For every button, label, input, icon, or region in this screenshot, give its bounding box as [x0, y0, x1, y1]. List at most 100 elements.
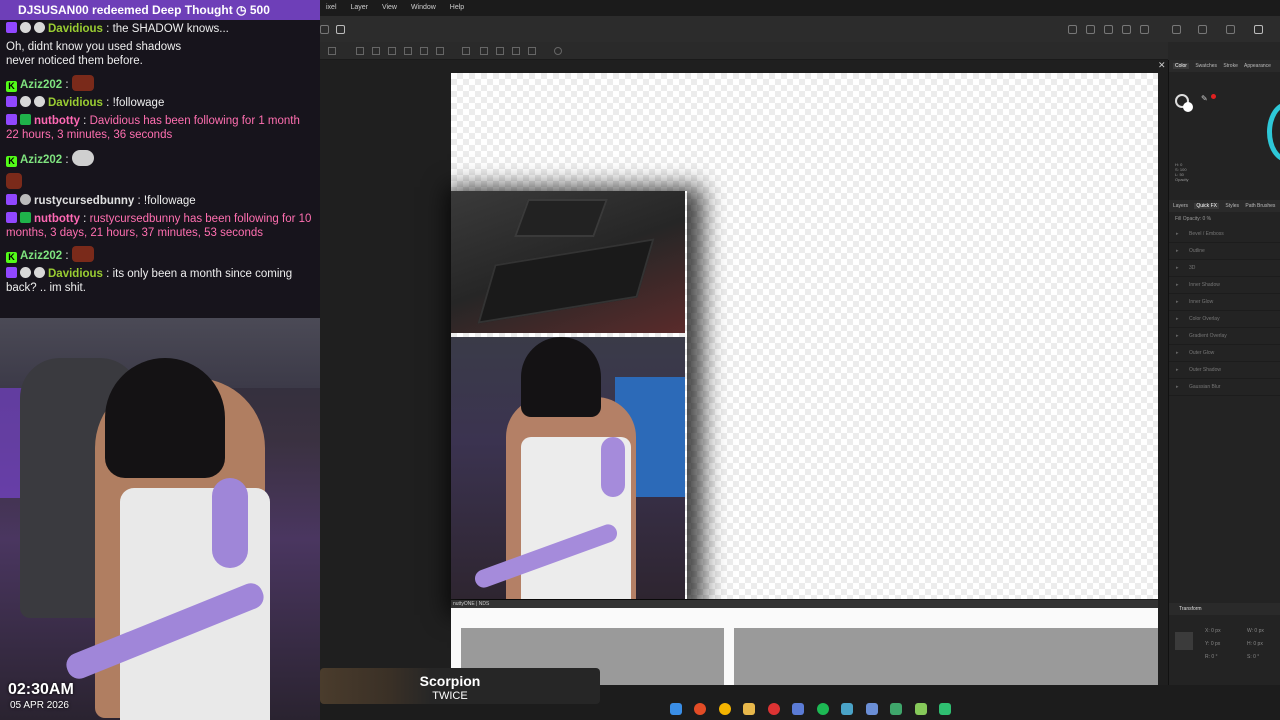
menu-layer[interactable]: Layer [344, 0, 374, 11]
tab-stroke[interactable]: Stroke [1223, 63, 1237, 69]
browser-icon[interactable] [694, 702, 707, 715]
subscriber-badge-icon [6, 96, 17, 107]
ctx-icon[interactable] [420, 47, 428, 55]
fx-outer-glow[interactable]: Outer Glow [1169, 345, 1280, 362]
tool-icon[interactable] [1068, 25, 1077, 34]
ctx-icon[interactable] [480, 47, 488, 55]
tab-layers[interactable]: Layers [1173, 203, 1188, 209]
badge-icon [20, 267, 31, 278]
tool-icon[interactable] [1086, 25, 1095, 34]
ctx-icon[interactable] [328, 47, 336, 55]
fx-inner-shadow[interactable]: Inner Shadow [1169, 277, 1280, 294]
menu-icon[interactable] [1226, 25, 1235, 34]
fx-inner-glow[interactable]: Inner Glow [1169, 294, 1280, 311]
close-icon[interactable]: ✕ [1158, 60, 1166, 71]
chat-username[interactable]: nutbotty [34, 213, 80, 225]
chat-username[interactable]: Aziz202 [20, 79, 62, 91]
tab-styles[interactable]: Styles [1225, 203, 1239, 209]
ctx-icon[interactable] [356, 47, 364, 55]
transform-panel-title[interactable]: Transform [1169, 603, 1280, 615]
color-panel: ✎ H: 0 S: 100 L: 50 Opacity [1169, 72, 1280, 200]
chat-message: K Aziz202 : [0, 244, 320, 265]
chat-message: nutbotty : Davidious has been following … [6, 114, 300, 141]
ctx-icon[interactable] [512, 47, 520, 55]
settings-icon[interactable] [1254, 25, 1263, 34]
kick-badge-icon: K [6, 252, 17, 263]
fx-color-overlay[interactable]: Color Overlay [1169, 311, 1280, 328]
chat-message: Davidious : !followage [0, 94, 320, 112]
tool-icon[interactable] [1140, 25, 1149, 34]
ctx-icon[interactable] [388, 47, 396, 55]
skull-badge-icon [20, 194, 31, 205]
start-icon[interactable] [670, 702, 682, 715]
eyedropper-icon[interactable]: ✎ [1201, 94, 1208, 103]
chat-username[interactable]: nutbotty [34, 115, 80, 127]
ctx-icon[interactable] [528, 47, 536, 55]
fill-swatch-icon[interactable] [1183, 102, 1193, 112]
ctx-icon[interactable] [496, 47, 504, 55]
context-toolbar [320, 42, 1168, 60]
keyboard [477, 238, 655, 324]
menu-view[interactable]: View [376, 0, 403, 11]
app-icon[interactable] [890, 702, 903, 715]
ctx-icon[interactable] [404, 47, 412, 55]
emote-icon [71, 150, 94, 166]
canvas-area[interactable]: nuttyONE | NDS [320, 60, 1168, 685]
chat-username[interactable]: Davidious [48, 23, 103, 35]
tool-icon[interactable] [1122, 25, 1131, 34]
fx-outline[interactable]: Outline [1169, 243, 1280, 260]
menu-window[interactable]: Window [405, 0, 442, 11]
fx-gradient-overlay[interactable]: Gradient Overlay [1169, 328, 1280, 345]
chat-text: Oh, didnt know you used shadows never no… [6, 41, 182, 67]
app-icon[interactable] [865, 702, 878, 715]
menu-pixel[interactable]: ixel [320, 0, 343, 11]
app-icon[interactable] [841, 702, 854, 715]
chat-username[interactable]: rustycursedbunny [34, 195, 134, 207]
chat-username[interactable]: Aziz202 [20, 250, 62, 262]
placeholder-block [734, 628, 1158, 685]
chat-username[interactable]: Aziz202 [20, 154, 62, 166]
app-icon[interactable] [792, 702, 805, 715]
spotify-icon[interactable] [816, 702, 829, 715]
ctx-icon[interactable] [436, 47, 444, 55]
fx-bevel-emboss[interactable]: Bevel / Emboss [1169, 226, 1280, 243]
color-wheel[interactable] [1267, 102, 1280, 162]
tool-icon[interactable] [336, 25, 345, 34]
folder-icon[interactable] [743, 702, 756, 715]
fill-opacity[interactable]: Fill Opacity: 0 % [1169, 212, 1280, 226]
chat-text: the SHADOW knows... [112, 23, 229, 35]
color-dot-icon [1211, 94, 1216, 99]
document-tab[interactable]: nuttyONE | NDS [451, 600, 1158, 608]
app-icon[interactable] [914, 702, 927, 715]
document-canvas[interactable] [451, 73, 1158, 599]
gear-icon[interactable] [554, 47, 562, 55]
screen: DJSUSAN00 redeemed Deep Thought ◷ 500 Da… [0, 0, 1280, 720]
fx-gaussian-blur[interactable]: Gaussian Blur [1169, 379, 1280, 396]
ctx-icon[interactable] [372, 47, 380, 55]
tab-path-brushes[interactable]: Path Brushes [1245, 203, 1275, 209]
app-icon[interactable] [767, 702, 780, 715]
anchor-icon[interactable] [1175, 632, 1193, 650]
badge-icon [34, 22, 45, 33]
layer-image-with-shadow[interactable] [451, 191, 687, 599]
tool-icon[interactable] [1172, 25, 1181, 34]
chat-message: Oh, didnt know you used shadows never no… [0, 38, 190, 70]
fx-3d[interactable]: 3D [1169, 260, 1280, 277]
tab-color[interactable]: Color [1173, 63, 1189, 69]
tab-quick-fx[interactable]: Quick FX [1194, 203, 1219, 209]
chat-username[interactable]: Davidious [48, 97, 103, 109]
chat-text: !followage [143, 195, 196, 207]
menu-help[interactable]: Help [444, 0, 470, 11]
fx-outer-shadow[interactable]: Outer Shadow [1169, 362, 1280, 379]
tool-icon[interactable] [320, 25, 329, 34]
chat-username[interactable]: Davidious [48, 268, 103, 280]
chat-text: !followage [112, 97, 165, 109]
streamer-hair [105, 358, 225, 478]
tool-icon[interactable] [1104, 25, 1113, 34]
warning-icon[interactable] [1198, 25, 1207, 34]
tab-appearance[interactable]: Appearance [1244, 63, 1271, 69]
ctx-icon[interactable] [462, 47, 470, 55]
affinity-icon[interactable] [938, 702, 951, 715]
tab-swatches[interactable]: Swatches [1195, 63, 1217, 69]
chrome-icon[interactable] [718, 702, 731, 715]
